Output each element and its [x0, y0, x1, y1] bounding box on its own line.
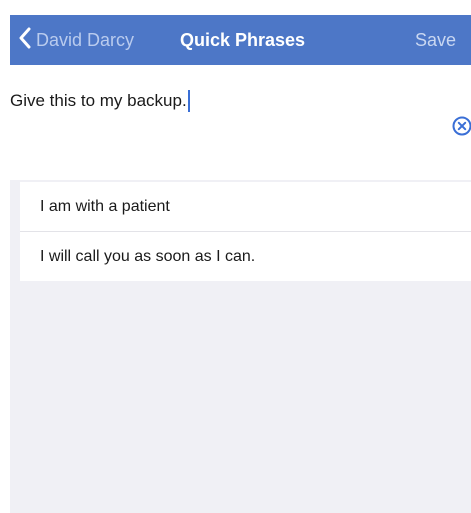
back-button-label: David Darcy [36, 29, 135, 50]
chevron-left-icon [18, 27, 36, 54]
message-compose-area[interactable]: Give this to my backup. [10, 65, 471, 180]
save-button[interactable]: Save [415, 15, 456, 65]
message-input[interactable]: Give this to my backup. [10, 90, 190, 112]
quick-phrase-item[interactable]: I am with a patient [20, 182, 471, 232]
quick-phrase-list: I am with a patient I will call you as s… [20, 182, 471, 281]
text-cursor [187, 90, 190, 112]
quick-phrase-item[interactable]: I will call you as soon as I can. [20, 232, 471, 281]
navigation-bar: David Darcy Quick Phrases Save [10, 15, 471, 65]
phone-screen: David Darcy Quick Phrases Save Give this… [10, 15, 471, 513]
message-input-text: Give this to my backup. [10, 91, 187, 110]
clear-circle-icon[interactable] [451, 115, 471, 137]
page-title: Quick Phrases [180, 30, 306, 50]
back-button[interactable]: David Darcy [18, 15, 134, 65]
